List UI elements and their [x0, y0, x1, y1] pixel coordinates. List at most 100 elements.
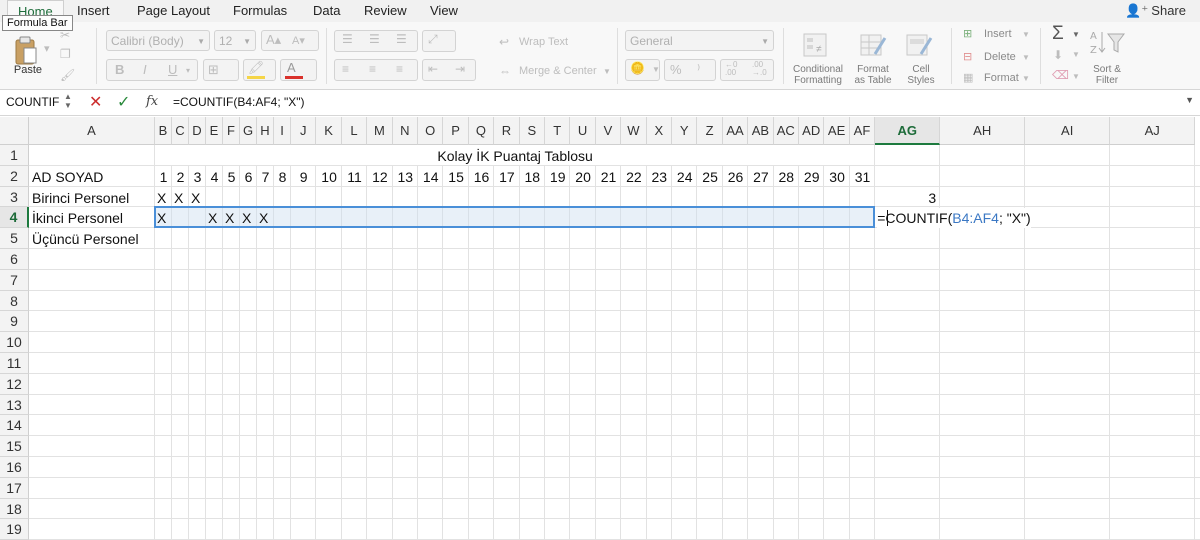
row-header-14[interactable]: 14: [0, 415, 29, 437]
cell-styles-button[interactable]: [903, 30, 935, 60]
column-header-V[interactable]: V: [595, 117, 622, 145]
increase-indent-icon[interactable]: ⇥: [455, 62, 465, 76]
cell-O2-day[interactable]: 14: [418, 167, 443, 187]
enter-check-icon[interactable]: ✓: [117, 92, 130, 112]
merge-center-button[interactable]: Merge & Center: [519, 65, 597, 77]
cell-B4-mark[interactable]: X: [157, 208, 166, 228]
cell-Q2-day[interactable]: 16: [469, 167, 494, 187]
underline-icon[interactable]: U: [168, 62, 177, 77]
cell-K2-day[interactable]: 10: [316, 167, 341, 187]
cell-F4-mark[interactable]: X: [225, 208, 234, 228]
cell-B3-mark[interactable]: X: [157, 188, 166, 208]
align-bottom-icon[interactable]: ☰: [396, 32, 407, 46]
cell-title[interactable]: Kolay İK Puantaj Tablosu: [155, 146, 875, 166]
cell-F2-day[interactable]: 5: [223, 167, 240, 187]
cell-Y2-day[interactable]: 24: [672, 167, 697, 187]
row-header-19[interactable]: 19: [0, 519, 29, 540]
cell-A3-employee[interactable]: Birinci Personel: [32, 188, 129, 208]
cell-W2-day[interactable]: 22: [621, 167, 646, 187]
column-header-AA[interactable]: AA: [722, 117, 749, 145]
cell-Z2-day[interactable]: 25: [697, 167, 722, 187]
increase-decimal-icon[interactable]: ←0.00: [725, 61, 737, 77]
format-painter-icon[interactable]: 🖌: [60, 68, 75, 82]
column-header-AG[interactable]: AG: [875, 117, 941, 145]
cell-J2-day[interactable]: 9: [291, 167, 316, 187]
row-header-2[interactable]: 2: [0, 165, 29, 187]
cell-AG3-count[interactable]: 3: [875, 188, 936, 208]
cell-C2-day[interactable]: 2: [172, 167, 189, 187]
column-header-T[interactable]: T: [545, 117, 571, 145]
formula-input[interactable]: =COUNTIF(B4:AF4; "X"): [173, 95, 305, 109]
row-header-9[interactable]: 9: [0, 311, 29, 333]
row-header-18[interactable]: 18: [0, 498, 29, 520]
column-header-U[interactable]: U: [570, 117, 596, 145]
decrease-indent-icon[interactable]: ⇤: [428, 62, 438, 76]
cell-R2-day[interactable]: 17: [494, 167, 519, 187]
sort-filter-button[interactable]: AZ: [1087, 28, 1127, 58]
row-header-5[interactable]: 5: [0, 228, 29, 249]
insert-cells-button[interactable]: Insert: [984, 28, 1012, 40]
name-box[interactable]: COUNTIF: [6, 95, 59, 109]
cell-G4-mark[interactable]: X: [242, 208, 251, 228]
cell-D2-day[interactable]: 3: [189, 167, 206, 187]
tab-insert[interactable]: Insert: [77, 3, 110, 18]
tab-review[interactable]: Review: [364, 3, 407, 18]
cell-P2-day[interactable]: 15: [443, 167, 468, 187]
row-header-17[interactable]: 17: [0, 477, 29, 499]
column-header-AC[interactable]: AC: [773, 117, 799, 145]
row-header-13[interactable]: 13: [0, 394, 29, 416]
cell-A4-employee[interactable]: İkinci Personel: [32, 208, 123, 228]
column-header-AH[interactable]: AH: [940, 117, 1026, 145]
cell-AA2-day[interactable]: 26: [723, 167, 748, 187]
column-header-AI[interactable]: AI: [1025, 117, 1111, 145]
cancel-icon[interactable]: ✕: [89, 92, 102, 112]
delete-cells-button[interactable]: Delete: [984, 51, 1016, 63]
column-header-S[interactable]: S: [519, 117, 545, 145]
row-header-10[interactable]: 10: [0, 332, 29, 353]
column-header-AF[interactable]: AF: [849, 117, 876, 145]
cell-D3-mark[interactable]: X: [191, 188, 200, 208]
row-header-8[interactable]: 8: [0, 290, 29, 312]
column-header-M[interactable]: M: [367, 117, 393, 145]
cell-X2-day[interactable]: 23: [647, 167, 672, 187]
column-header-N[interactable]: N: [392, 117, 418, 145]
italic-icon[interactable]: I: [143, 62, 147, 77]
cell-A2-header[interactable]: AD SOYAD: [32, 167, 103, 187]
cell-E4-mark[interactable]: X: [208, 208, 217, 228]
row-header-11[interactable]: 11: [0, 353, 29, 374]
worksheet-grid[interactable]: A B C D E F G H I J K L M N O P Q R S T U V W X Y Z AA AB AC AD AE AF AG…: [0, 117, 1200, 540]
delete-dropdown-icon[interactable]: ▼: [1022, 53, 1030, 62]
row-header-3[interactable]: 3: [0, 186, 29, 208]
cell-B2-day[interactable]: 1: [155, 167, 172, 187]
cell-E2-day[interactable]: 4: [206, 167, 223, 187]
column-header-K[interactable]: K: [316, 117, 342, 145]
column-header-AE[interactable]: AE: [824, 117, 850, 145]
autosum-dropdown-icon[interactable]: ▼: [1072, 30, 1080, 39]
column-header-AB[interactable]: AB: [748, 117, 774, 145]
column-header-I[interactable]: I: [274, 117, 291, 145]
paste-dropdown-icon[interactable]: ▾: [44, 42, 50, 55]
column-header-P[interactable]: P: [443, 117, 469, 145]
percent-icon[interactable]: %: [670, 62, 682, 77]
cell-C3-mark[interactable]: X: [174, 188, 183, 208]
cell-S2-day[interactable]: 18: [520, 167, 545, 187]
format-cells-button[interactable]: Format: [984, 72, 1019, 84]
column-header-L[interactable]: L: [341, 117, 368, 145]
font-size-select[interactable]: 12 ▼: [214, 30, 256, 51]
column-header-J[interactable]: J: [291, 117, 317, 145]
column-header-Q[interactable]: Q: [468, 117, 495, 145]
comma-icon[interactable]: ⁾: [697, 62, 700, 78]
wrap-text-button[interactable]: Wrap Text: [519, 36, 568, 48]
clear-dropdown-icon[interactable]: ▼: [1072, 72, 1080, 81]
autosum-icon[interactable]: Σ: [1052, 23, 1064, 45]
align-center-icon[interactable]: ≡: [369, 62, 376, 76]
column-header-C[interactable]: C: [172, 117, 189, 145]
column-header-Z[interactable]: Z: [697, 117, 723, 145]
cell-L2-day[interactable]: 11: [342, 167, 367, 187]
decrease-font-icon[interactable]: A▾: [292, 34, 305, 47]
cell-AF2-day[interactable]: 31: [850, 167, 875, 187]
copy-icon[interactable]: ❐: [60, 47, 71, 61]
paste-button[interactable]: [8, 34, 44, 68]
cell-A5-employee[interactable]: Üçüncü Personel: [32, 229, 139, 249]
column-header-D[interactable]: D: [189, 117, 206, 145]
